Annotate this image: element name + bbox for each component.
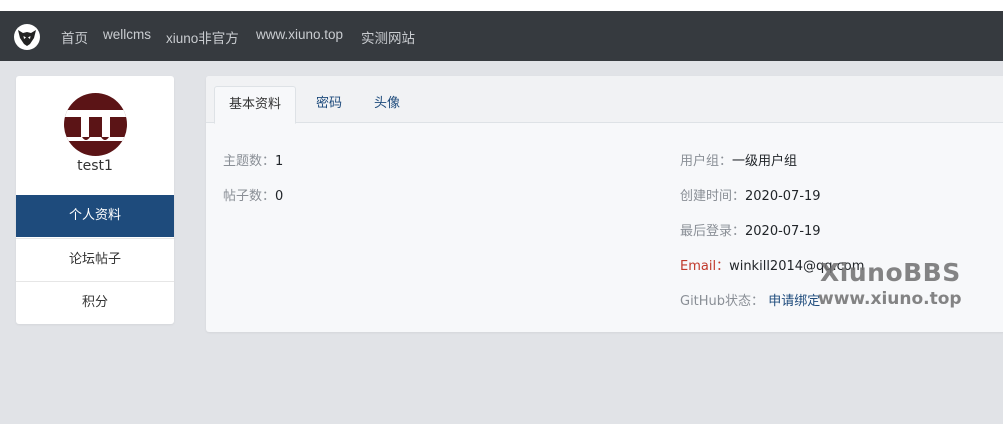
posts-label: 帖子数： (223, 189, 276, 204)
tab-basic-info[interactable]: 基本资料 (214, 86, 297, 124)
posts-count-row: 帖子数：0 (223, 185, 283, 204)
last-login-label: 最后登录： (680, 224, 746, 239)
posts-value: 0 (275, 189, 284, 204)
nav-link-home[interactable]: 首页 (61, 27, 88, 47)
last-login-row: 最后登录：2020-07-19 (680, 220, 821, 239)
top-navbar: 首页 wellcms xiuno非官方 www.xiuno.top 实测网站 (0, 11, 1003, 61)
group-value: 一级用户组 (732, 154, 798, 169)
created-time-row: 创建时间：2020-07-19 (680, 185, 821, 204)
sidebar-item-points[interactable]: 积分 (16, 281, 174, 324)
threads-count-row: 主题数：1 (223, 150, 283, 169)
github-bind-link[interactable]: 申请绑定 (768, 294, 820, 309)
last-login-value: 2020-07-19 (745, 224, 821, 239)
tab-password[interactable]: 密码 (302, 86, 356, 122)
site-logo-icon[interactable] (14, 24, 40, 50)
sidebar-item-profile[interactable]: 个人资料 (16, 195, 174, 237)
user-group-row: 用户组：一级用户组 (680, 150, 797, 169)
nav-link-xiuno-unofficial[interactable]: xiuno非官方 (166, 27, 239, 47)
nav-link-xiuno-top[interactable]: www.xiuno.top (256, 27, 343, 42)
nav-link-test-site[interactable]: 实测网站 (361, 27, 415, 47)
user-sidebar-card: test1 个人资料 论坛帖子 积分 (16, 76, 174, 324)
default-avatar-icon (64, 93, 127, 156)
watermark-url: www.xiuno.top (818, 289, 962, 309)
github-status-row: GitHub状态： 申请绑定 (680, 290, 820, 309)
tab-bar: 基本资料 密码 头像 (206, 76, 1003, 124)
email-label: Email： (680, 259, 730, 274)
sidebar-item-forum-posts[interactable]: 论坛帖子 (16, 238, 174, 281)
group-label: 用户组： (680, 154, 733, 169)
username: test1 (77, 158, 113, 174)
nav-link-wellcms[interactable]: wellcms (103, 27, 151, 42)
created-value: 2020-07-19 (745, 189, 821, 204)
github-label: GitHub状态： (680, 294, 765, 309)
threads-value: 1 (275, 154, 284, 169)
watermark-title: XiunoBBS (820, 258, 961, 287)
threads-label: 主题数： (223, 154, 276, 169)
tab-avatar[interactable]: 头像 (360, 86, 414, 122)
top-strip (0, 0, 1003, 11)
created-label: 创建时间： (680, 189, 746, 204)
